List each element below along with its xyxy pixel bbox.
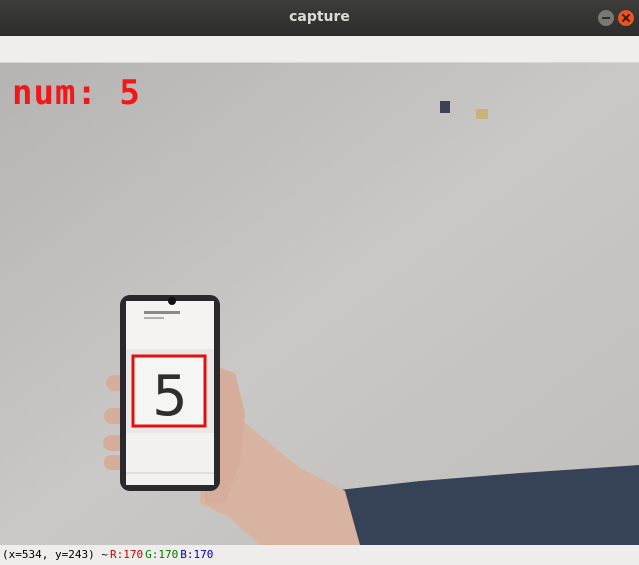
cursor-coords: (x=534, y=243) ~	[2, 548, 108, 561]
red-value: R:170	[109, 548, 144, 561]
num-overlay: num: 5	[12, 73, 141, 113]
window-title: capture	[289, 9, 350, 25]
blue-value: B:170	[180, 548, 214, 561]
camera-scene: 5	[0, 63, 639, 545]
minimize-icon[interactable]	[598, 10, 614, 26]
detected-digit: 5	[152, 364, 188, 429]
green-value: G:170	[145, 548, 179, 561]
camera-frame[interactable]: 5 num: 5	[0, 63, 639, 545]
title-bar[interactable]: capture	[0, 0, 639, 36]
capture-window: capture 5 num: 5 (x=534, y=243) ~ R:170 …	[0, 0, 639, 565]
close-icon[interactable]	[618, 10, 634, 26]
toolbar	[0, 36, 639, 63]
status-bar: (x=534, y=243) ~ R:170 G:170 B:170	[0, 545, 639, 565]
